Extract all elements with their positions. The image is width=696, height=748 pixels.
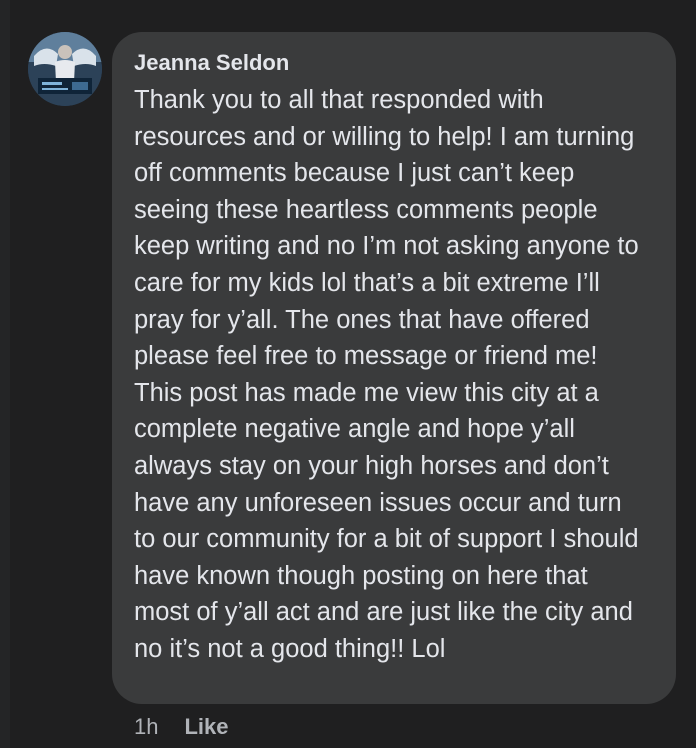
comment-timestamp[interactable]: 1h <box>134 712 158 742</box>
like-button[interactable]: Like <box>184 712 228 742</box>
avatar[interactable] <box>28 32 102 106</box>
avatar-image <box>28 32 102 106</box>
comment-actions: 1h Like <box>134 712 229 742</box>
comment-author-name[interactable]: Jeanna Seldon <box>134 48 654 78</box>
thread-line <box>0 0 10 748</box>
comment-text: Thank you to all that responded with res… <box>134 86 639 663</box>
comment-bubble: Jeanna Seldon Thank you to all that resp… <box>112 32 676 704</box>
